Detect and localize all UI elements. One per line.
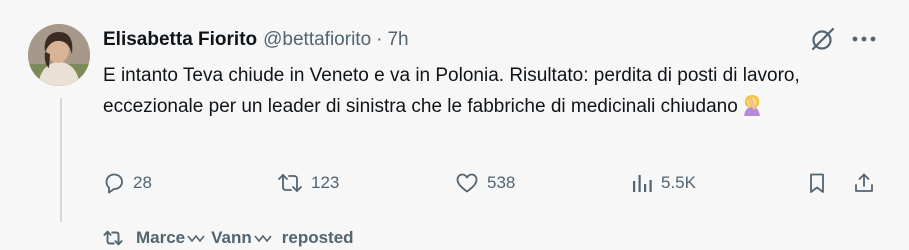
share-icon [852, 171, 876, 195]
reposter-name-first[interactable]: Marce [136, 228, 185, 248]
views-count: 5.5K [661, 173, 696, 192]
repost-count: 123 [311, 173, 340, 192]
woman-facepalming-emoji [741, 94, 763, 126]
tweet-text: E intanto Teva chiude in Veneto e va in … [103, 60, 883, 126]
bookmark-button[interactable] [805, 165, 829, 201]
reply-icon [102, 171, 126, 195]
reposted-label: reposted [281, 228, 354, 247]
like-icon [454, 171, 480, 195]
squiggle-icon [187, 228, 207, 248]
reposter-name-second[interactable]: Vann [211, 228, 252, 248]
more-icon[interactable] [849, 26, 879, 52]
bookmark-icon [805, 171, 829, 195]
avatar[interactable] [28, 24, 90, 86]
repost-button[interactable]: 123 [276, 165, 339, 201]
timestamp[interactable]: 7h [387, 29, 408, 51]
tweet-header: Elisabetta Fiorito @bettafiorito · 7h [103, 27, 409, 53]
like-button[interactable]: 538 [454, 165, 515, 201]
reply-button[interactable]: 28 [102, 165, 152, 201]
tweet-actions: 28 123 538 5.5K [100, 165, 890, 201]
display-name[interactable]: Elisabetta Fiorito [103, 29, 257, 51]
views-icon [630, 171, 654, 195]
like-count: 538 [487, 173, 516, 192]
squiggle-icon [254, 228, 274, 248]
repost-icon [102, 228, 124, 248]
grok-icon[interactable] [808, 24, 838, 54]
repost-icon [276, 171, 304, 195]
thread-line [60, 98, 62, 222]
separator-dot: · [376, 29, 383, 50]
share-button[interactable] [852, 165, 876, 201]
reposted-by-bar[interactable]: Marce Vann reposted [102, 226, 354, 250]
user-handle[interactable]: @bettafiorito [263, 29, 371, 51]
views-button[interactable]: 5.5K [630, 165, 696, 201]
reply-count: 28 [133, 173, 152, 192]
tweet-text-content: E intanto Teva chiude in Veneto e va in … [103, 65, 800, 117]
